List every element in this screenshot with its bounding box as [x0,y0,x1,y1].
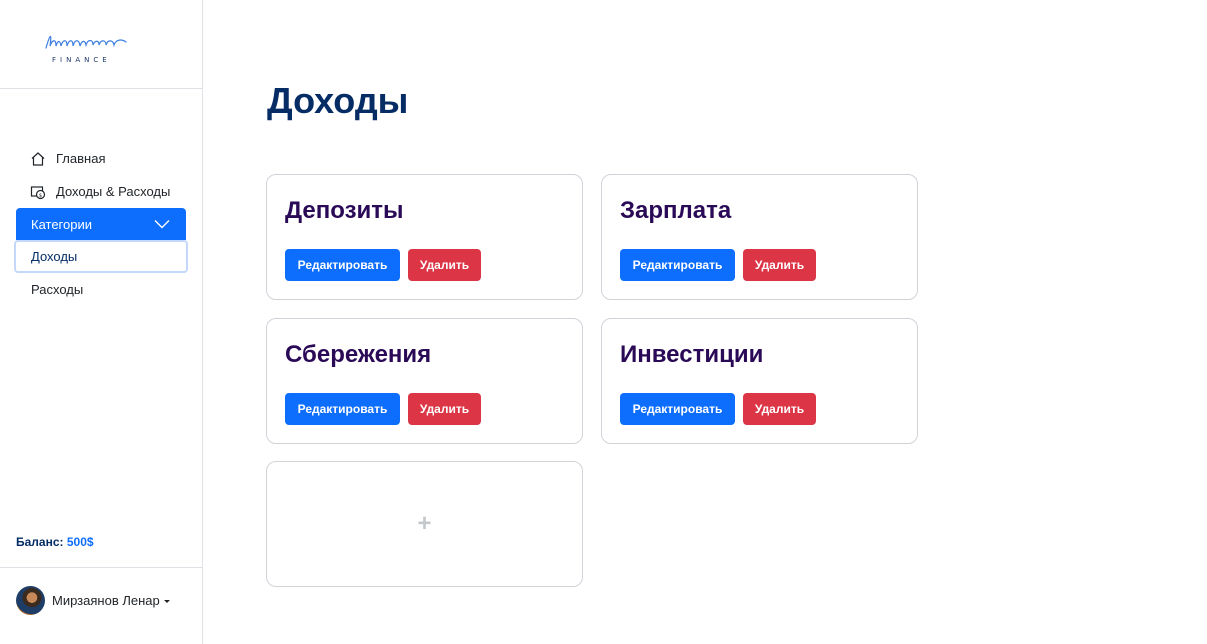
category-card: Инвестиции Редактировать Удалить [601,318,918,444]
add-category-card[interactable]: + [266,461,583,587]
page-title: Доходы [267,80,409,121]
category-card: Депозиты Редактировать Удалить [266,174,583,300]
category-card: Зарплата Редактировать Удалить [601,174,918,300]
logo-area: FINANCE [0,0,202,89]
user-name: Мирзаянов Ленар [52,593,160,608]
sidebar: FINANCE Главная $ Доходы & Расходы Катег… [0,0,203,644]
logo[interactable]: FINANCE [42,30,136,66]
user-menu[interactable]: Мирзаянов Ленар [52,593,170,608]
delete-button[interactable]: Удалить [743,249,816,281]
sidebar-subitem-label: Расходы [31,282,84,297]
balance-label: Баланс: [16,535,64,549]
svg-text:$: $ [39,193,42,199]
sidebar-subitem-income[interactable]: Доходы [14,240,188,273]
delete-button[interactable]: Удалить [408,393,481,425]
sidebar-subitem-expenses[interactable]: Расходы [16,273,186,306]
category-card: Сбережения Редактировать Удалить [266,318,583,444]
sidebar-item-label: Главная [56,151,106,166]
avatar[interactable] [16,586,45,615]
edit-button[interactable]: Редактировать [285,393,400,425]
home-icon [30,151,46,167]
edit-button[interactable]: Редактировать [620,249,735,281]
category-title: Депозиты [285,197,404,224]
edit-button[interactable]: Редактировать [620,393,735,425]
balance-value: 500$ [66,535,94,549]
logo-script-graphic [45,35,127,49]
category-title: Инвестиции [620,341,764,368]
category-title: Сбережения [285,341,432,368]
sidebar-item-home[interactable]: Главная [16,142,186,175]
money-transfer-icon: $ [30,184,46,200]
delete-button[interactable]: Удалить [408,249,481,281]
delete-button[interactable]: Удалить [743,393,816,425]
user-area: Мирзаянов Ленар [0,567,202,644]
chevron-down-icon [154,219,170,229]
logo-subtitle: FINANCE [52,56,111,64]
plus-icon: + [417,510,432,537]
sidebar-item-income-expenses[interactable]: $ Доходы & Расходы [16,175,186,208]
sidebar-subitem-label: Доходы [31,249,78,264]
categories-dropdown-label: Категории [31,216,92,232]
sidebar-item-label: Доходы & Расходы [56,184,171,199]
sidebar-nav: Главная $ Доходы & Расходы Категории Дох… [14,142,188,306]
balance: Баланс: 500$ [16,535,94,549]
category-title: Зарплата [620,197,732,224]
caret-down-icon [163,600,170,604]
edit-button[interactable]: Редактировать [285,249,400,281]
categories-dropdown[interactable]: Категории [16,208,186,240]
